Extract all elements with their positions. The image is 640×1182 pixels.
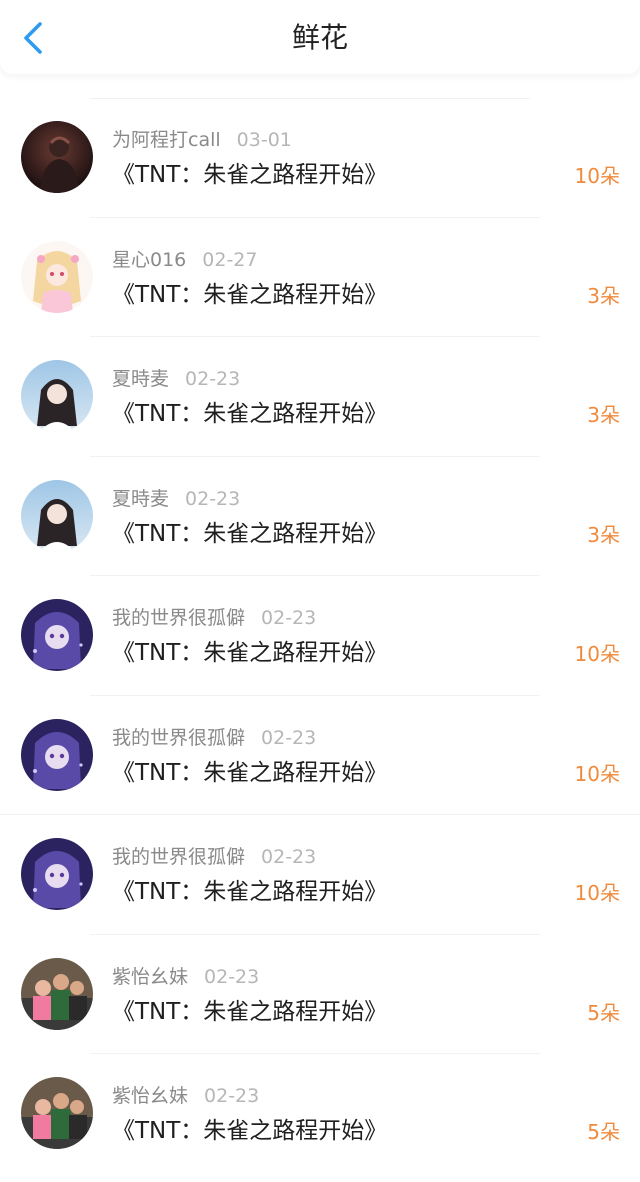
- list-item[interactable]: 紫怡幺妹 02-23 《TNT：朱雀之路程开始》 5朵: [0, 935, 640, 1054]
- avatar[interactable]: [21, 957, 93, 1030]
- book-title[interactable]: 《TNT：朱雀之路程开始》: [112, 279, 387, 311]
- flower-count: 10朵: [574, 881, 620, 905]
- date: 02-23: [185, 487, 241, 510]
- date: 02-23: [204, 965, 260, 988]
- avatar[interactable]: [21, 599, 93, 671]
- user-line: 为阿程打call 03-01: [112, 128, 292, 152]
- avatar[interactable]: [21, 240, 93, 313]
- date: 02-23: [204, 1085, 260, 1107]
- user-line: 夏時麦 02-23: [112, 487, 240, 511]
- list-item[interactable]: 星心016 02-27 《TNT：朱雀之路程开始》 3朵: [0, 218, 640, 337]
- username[interactable]: 我的世界很孤僻: [112, 727, 245, 749]
- date: 02-23: [261, 607, 317, 629]
- book-title[interactable]: 《TNT：朱雀之路程开始》: [112, 876, 387, 908]
- user-line: 我的世界很孤僻 02-23: [112, 726, 316, 750]
- flower-count: 5朵: [587, 1000, 620, 1025]
- user-line: 我的世界很孤僻 02-23: [112, 606, 316, 630]
- date: 02-27: [202, 248, 258, 271]
- user-line: 紫怡幺妹 02-23: [112, 1084, 259, 1108]
- username[interactable]: 我的世界很孤僻: [112, 846, 245, 868]
- list-item[interactable]: 夏時麦 02-23 《TNT：朱雀之路程开始》 3朵: [0, 457, 640, 576]
- date: 03-01: [236, 129, 292, 151]
- username[interactable]: 紫怡幺妹: [112, 966, 188, 988]
- book-title[interactable]: 《TNT：朱雀之路程开始》: [112, 637, 387, 669]
- list-item[interactable]: 我的世界很孤僻 02-23 《TNT：朱雀之路程开始》 10朵: [0, 815, 640, 935]
- flower-count: 10朵: [574, 642, 620, 666]
- avatar[interactable]: [21, 1077, 93, 1149]
- list-item[interactable]: 我的世界很孤僻 02-23 《TNT：朱雀之路程开始》 10朵: [0, 576, 640, 696]
- date: 02-23: [261, 846, 317, 868]
- book-title[interactable]: 《TNT：朱雀之路程开始》: [112, 1115, 387, 1147]
- flower-count: 3朵: [587, 403, 620, 427]
- book-title[interactable]: 《TNT：朱雀之路程开始》: [112, 398, 387, 430]
- username[interactable]: 夏時麦: [112, 488, 169, 510]
- user-line: 我的世界很孤僻 02-23: [112, 845, 316, 869]
- list-item[interactable]: 夏時麦 02-23 《TNT：朱雀之路程开始》 3朵: [0, 337, 640, 457]
- avatar[interactable]: [21, 360, 93, 432]
- avatar[interactable]: [21, 838, 93, 910]
- flower-count: 3朵: [587, 283, 620, 308]
- list-item[interactable]: 紫怡幺妹 02-23 《TNT：朱雀之路程开始》 5朵: [0, 1054, 640, 1174]
- flower-count: 5朵: [587, 1120, 620, 1144]
- book-title[interactable]: 《TNT：朱雀之路程开始》: [112, 757, 387, 789]
- flower-count: 10朵: [574, 761, 620, 786]
- username[interactable]: 紫怡幺妹: [112, 1085, 188, 1107]
- flower-count: 10朵: [574, 164, 620, 188]
- username[interactable]: 为阿程打call: [112, 129, 221, 151]
- list-item[interactable]: 为阿程打call 03-01 《TNT：朱雀之路程开始》 10朵: [0, 98, 640, 218]
- flower-list: 为阿程打call 03-01 《TNT：朱雀之路程开始》 10朵 星心016 02-…: [0, 98, 640, 1174]
- avatar[interactable]: [21, 121, 93, 193]
- username[interactable]: 夏時麦: [112, 368, 169, 390]
- username[interactable]: 星心016: [112, 249, 186, 271]
- date: 02-23: [261, 726, 317, 749]
- flower-count: 3朵: [587, 522, 620, 547]
- book-title[interactable]: 《TNT：朱雀之路程开始》: [112, 159, 387, 191]
- username[interactable]: 我的世界很孤僻: [112, 607, 245, 629]
- book-title[interactable]: 《TNT：朱雀之路程开始》: [112, 518, 387, 550]
- user-line: 夏時麦 02-23: [112, 367, 240, 391]
- date: 02-23: [185, 368, 241, 390]
- list-item[interactable]: 我的世界很孤僻 02-23 《TNT：朱雀之路程开始》 10朵: [0, 696, 640, 815]
- book-title[interactable]: 《TNT：朱雀之路程开始》: [112, 996, 387, 1028]
- avatar[interactable]: [21, 718, 93, 791]
- page-title: 鲜花: [291, 21, 348, 54]
- user-line: 星心016 02-27: [112, 248, 257, 272]
- avatar[interactable]: [21, 479, 93, 552]
- top-nav-bar: 鲜花: [0, 0, 640, 74]
- user-line: 紫怡幺妹 02-23: [112, 965, 259, 989]
